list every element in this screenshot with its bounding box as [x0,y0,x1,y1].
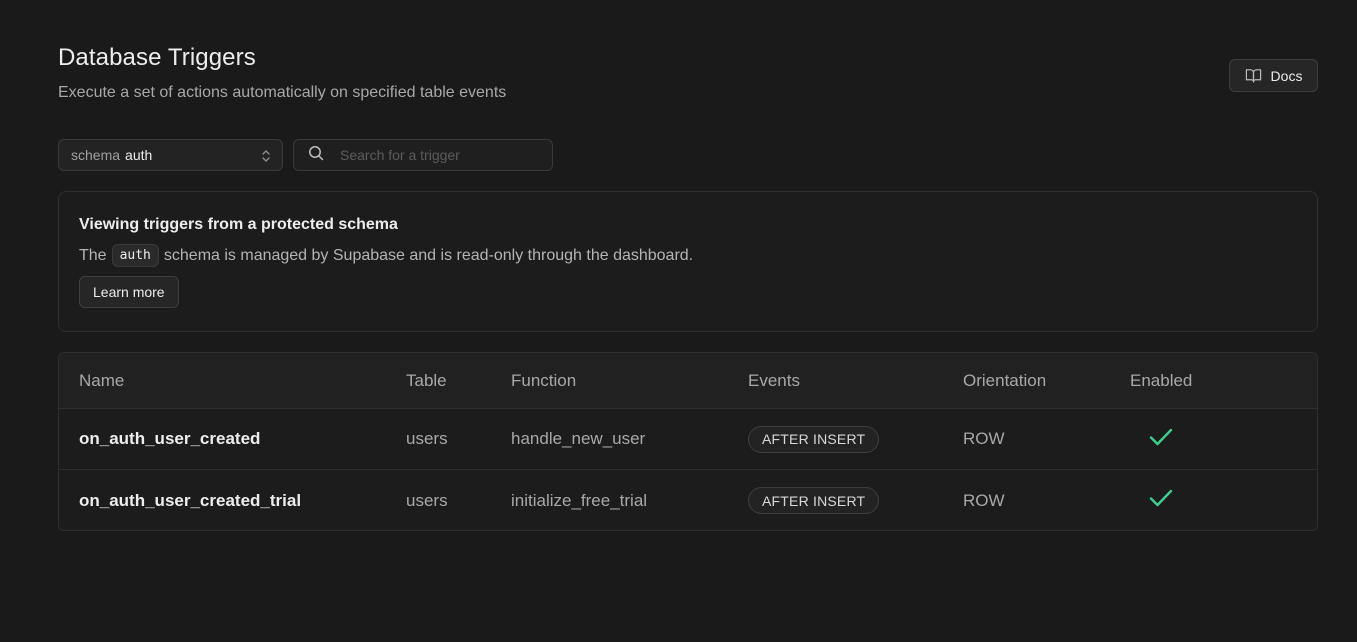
learn-more-button[interactable]: Learn more [79,276,179,308]
check-icon [1149,427,1173,452]
trigger-name: on_auth_user_created [79,429,261,448]
trigger-events: AFTER INSERT [748,409,880,469]
event-badge: AFTER INSERT [748,425,880,453]
column-header-function: Function [511,370,577,390]
trigger-orientation: ROW [963,490,1005,510]
schema-code-chip: auth [111,244,159,267]
page-title: Database Triggers [58,44,256,71]
search-icon [308,145,340,166]
trigger-table: users [406,490,448,510]
column-header-events: Events [748,370,800,390]
notice-body: The auth schema is managed by Supabase a… [79,244,1297,267]
search-input[interactable] [340,147,530,163]
check-icon [1149,488,1173,513]
table-header-row: Name Table Function Events Orientation E… [59,353,1317,409]
triggers-table: Name Table Function Events Orientation E… [58,352,1318,531]
schema-select-value: auth [125,147,153,163]
table-row[interactable]: on_auth_user_created users handle_new_us… [59,409,1317,470]
column-header-orientation: Orientation [963,370,1047,390]
column-header-table: Table [406,370,447,390]
page-subtitle: Execute a set of actions automatically o… [58,84,507,101]
table-row[interactable]: on_auth_user_created_trial users initial… [59,470,1317,530]
docs-button[interactable]: Docs [1229,59,1318,92]
column-header-enabled: Enabled [1130,370,1193,390]
book-open-icon [1245,68,1262,83]
trigger-enabled [1130,470,1173,530]
trigger-search [293,139,553,171]
column-header-name: Name [79,370,125,390]
trigger-events: AFTER INSERT [748,470,880,530]
trigger-orientation: ROW [963,429,1005,448]
trigger-enabled [1130,409,1173,469]
page-header: Database Triggers Execute a set of actio… [58,44,506,102]
schema-select-prefix: schema [71,147,121,163]
chevrons-up-down-icon [259,148,273,167]
docs-label: Docs [1270,67,1303,84]
trigger-function: handle_new_user [511,429,646,448]
schema-select[interactable]: schema auth [58,139,283,171]
event-badge: AFTER INSERT [748,487,880,514]
protected-schema-notice: Viewing triggers from a protected schema… [58,191,1318,332]
trigger-name: on_auth_user_created_trial [79,490,302,510]
notice-title: Viewing triggers from a protected schema [79,216,398,233]
notice-body-before: The [79,246,107,264]
trigger-function: initialize_free_trial [511,490,648,510]
database-triggers-page: Database Triggers Execute a set of actio… [0,0,1357,642]
notice-body-after: schema is managed by Supabase and is rea… [163,246,694,264]
trigger-table: users [406,429,448,448]
